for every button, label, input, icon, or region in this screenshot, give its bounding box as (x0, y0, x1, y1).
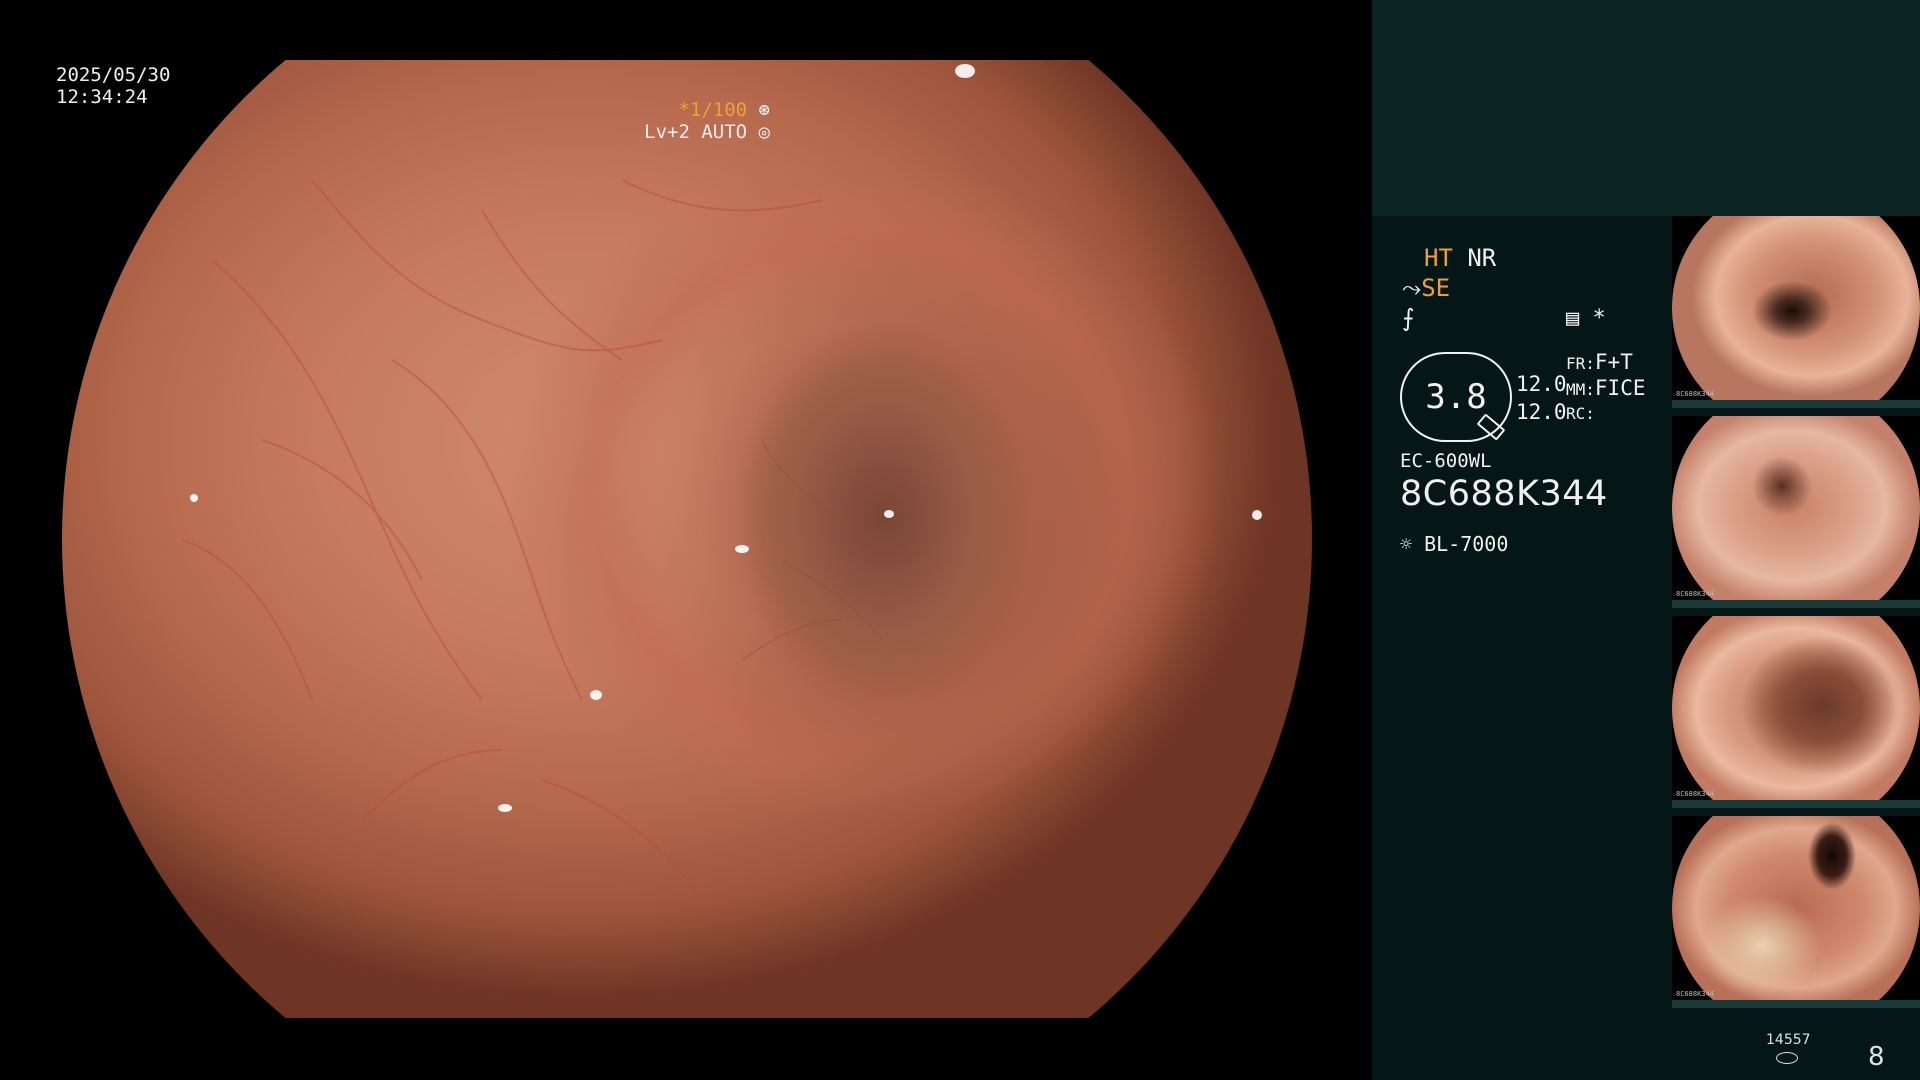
thumbnail-caption: 8C688K344 (1676, 990, 1714, 998)
thumbnail-bar (1672, 1000, 1920, 1008)
thumbnail[interactable]: 8C688K344 (1672, 216, 1920, 408)
glare-spot (590, 690, 602, 700)
star-icon: * (1592, 306, 1606, 331)
timestamp: 2025/05/30 12:34:24 (56, 64, 170, 108)
nr-tag: NR (1467, 244, 1497, 272)
light-source-text: BL-7000 (1424, 532, 1509, 556)
freeze-icon: ⨍ (1402, 304, 1415, 332)
thumbnail[interactable]: 8C688K344 (1672, 416, 1920, 608)
thumbnail-bar (1672, 600, 1920, 608)
value-one: 12.0 (1516, 372, 1567, 396)
thumbnail-caption: 8C688K344 (1676, 590, 1714, 598)
numeric-values: 12.0 12.0 (1516, 370, 1567, 426)
glare-spot (955, 64, 975, 78)
settings-icon: ▤ (1566, 306, 1580, 331)
thumbnail-caption: 8C688K344 (1676, 790, 1714, 798)
mm-label: MM: (1566, 380, 1595, 399)
shutter-text: *1/100 (678, 99, 748, 121)
date-text: 2025/05/30 (56, 64, 171, 86)
endoscope-view: 2025/05/30 12:34:24 *1/100 ⊛ Lv+2 AUTO ◎ (0, 0, 1372, 1080)
se-tag: SE (1421, 274, 1451, 302)
fr-value: F+T (1594, 350, 1633, 374)
aperture-icon: ⊛ (758, 99, 770, 121)
mm-value: FICE (1594, 376, 1646, 400)
rc-label: RC: (1566, 404, 1595, 423)
storage-count: 14557 (1766, 1032, 1811, 1048)
auto-icon: ◎ (758, 121, 770, 143)
light-source: ☼ BL-7000 (1400, 532, 1508, 556)
image-count: 8 (1868, 1042, 1885, 1072)
mode-tags: HT NR (1424, 244, 1496, 272)
vessel-texture (62, 60, 1312, 1018)
thumbnail-image (1672, 216, 1920, 400)
thumbnail-bar (1672, 400, 1920, 408)
ht-tag: HT (1424, 244, 1453, 272)
value-two: 12.0 (1516, 400, 1567, 424)
enhance-icon: ⤳ (1402, 274, 1422, 302)
pen-icon (1476, 413, 1506, 441)
thumbnail-strip: 8C688K344 8C688K344 8C688K344 8C688K344 (1672, 216, 1920, 1016)
mode-labels: FR:F+T MM:FICE RC: (1566, 350, 1645, 426)
ratio-display: 3.8 (1400, 352, 1512, 442)
se-row: ⤳SE (1402, 274, 1450, 302)
glare-spot (735, 545, 749, 553)
status-icons: ▤ * (1566, 306, 1606, 331)
thumbnail-bar (1672, 800, 1920, 808)
glare-spot (190, 494, 198, 502)
panel-header-area (1372, 0, 1920, 216)
scope-model: EC-600WL (1400, 450, 1492, 472)
light-icon: ☼ (1400, 532, 1413, 556)
thumbnail-image (1672, 616, 1920, 800)
thumbnail-image (1672, 816, 1920, 1000)
thumbnail[interactable]: 8C688K344 (1672, 616, 1920, 808)
glare-spot (1252, 510, 1262, 520)
fr-label: FR: (1566, 354, 1595, 373)
glare-spot (884, 510, 894, 518)
ratio-value: 3.8 (1425, 377, 1487, 417)
storage-icon (1776, 1052, 1798, 1064)
thumbnail-image (1672, 416, 1920, 600)
serial-number: 8C688K344 (1400, 474, 1608, 514)
glare-spot (498, 804, 512, 812)
time-text: 12:34:24 (56, 86, 148, 108)
level-text: Lv+2 AUTO (644, 121, 748, 143)
capture-settings: *1/100 ⊛ Lv+2 AUTO ◎ (644, 99, 770, 143)
thumbnail[interactable]: 8C688K344 (1672, 816, 1920, 1008)
thumbnail-caption: 8C688K344 (1676, 390, 1714, 398)
